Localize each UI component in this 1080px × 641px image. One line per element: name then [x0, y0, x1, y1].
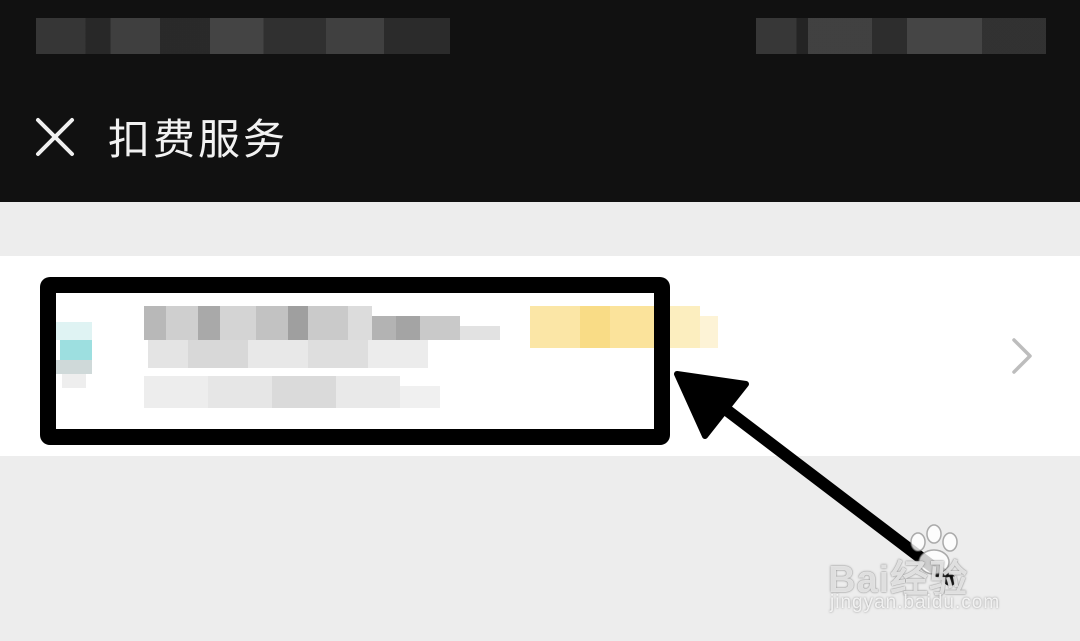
- service-text-obscured: [128, 296, 508, 416]
- chevron-right-icon: [1004, 334, 1038, 378]
- service-logo-icon: [56, 322, 92, 388]
- paw-icon: [910, 524, 958, 575]
- service-badge-obscured: [520, 300, 720, 360]
- status-right-blur: [756, 18, 1046, 54]
- page-title: 扣费服务: [108, 115, 289, 164]
- watermark-brand: Bai经验: [828, 559, 969, 601]
- nav-bar: 扣费服务: [0, 80, 1080, 202]
- watermark-url: jingyan.baidu.com: [830, 592, 1001, 613]
- close-icon: [36, 118, 74, 156]
- close-button[interactable]: [26, 108, 84, 166]
- status-bar: [0, 0, 1080, 80]
- service-list-item[interactable]: [0, 256, 1080, 456]
- watermark: Bai经验 jingyan.baidu.com: [828, 520, 1058, 620]
- status-left-blur: [36, 18, 450, 54]
